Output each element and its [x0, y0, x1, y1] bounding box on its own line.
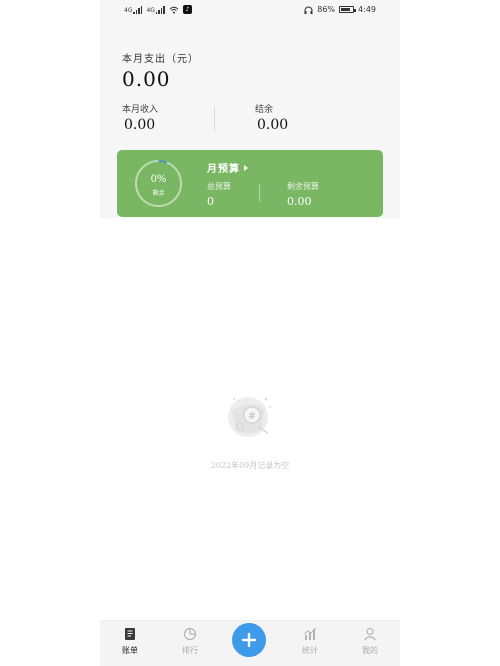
bar-chart-icon	[303, 627, 317, 640]
signal-icon-1: 4G	[124, 5, 143, 14]
remaining-budget-value: 0.00	[287, 195, 312, 208]
svg-text:#: #	[248, 411, 256, 422]
nav-label-ranking: 排行	[182, 646, 198, 655]
battery-icon	[339, 6, 357, 13]
person-icon	[364, 627, 376, 641]
monthly-budget-card[interactable]: 0% 剩余 月预算 总预算 0 剩余预算 0.00	[117, 150, 383, 217]
balance-value: 0.00	[257, 117, 289, 133]
total-budget-value: 0	[207, 195, 214, 208]
add-record-button[interactable]	[232, 623, 266, 657]
battery-percent: 86%	[317, 5, 336, 14]
monthly-expense-value: 0.00	[122, 67, 171, 91]
total-budget-label: 总预算	[207, 182, 231, 191]
nav-label-bills: 账单	[122, 646, 138, 655]
clock: 4:49	[358, 5, 376, 14]
monthly-income-value: 0.00	[124, 117, 156, 133]
signal-icon-2: 4G	[146, 5, 165, 14]
headphones-icon	[304, 6, 313, 14]
nav-item-statistics[interactable]: 统计	[290, 627, 330, 656]
budget-percent: 0%	[150, 174, 167, 185]
nav-label-profile: 我的	[362, 646, 378, 655]
budget-divider	[259, 184, 260, 202]
status-right: 86% 4:49	[304, 5, 376, 14]
signal-tag-2: 4G	[146, 6, 155, 14]
wifi-icon	[169, 6, 179, 14]
budget-title[interactable]: 月预算	[207, 160, 248, 175]
tiktok-icon: ♪	[182, 5, 192, 14]
hashtag-bucket-icon: #	[228, 397, 271, 437]
signal-tag-1: 4G	[124, 6, 133, 14]
ledger-icon	[125, 628, 135, 640]
status-bar: 4G 4G ♪ 86% 4:49	[100, 0, 400, 22]
monthly-income-label: 本月收入	[122, 105, 159, 115]
app-screen: 4G 4G ♪ 86% 4:49 本月支出（元） 0.00 本月收入 0.00 …	[100, 0, 400, 666]
nav-item-ranking[interactable]: 排行	[170, 627, 210, 656]
plus-icon	[241, 632, 257, 648]
summary-divider	[214, 106, 215, 132]
status-left: 4G 4G ♪	[124, 5, 192, 14]
budget-title-label: 月预算	[207, 164, 240, 175]
pie-chart-icon	[183, 627, 197, 641]
empty-state-text: 2022年09月记录为空	[210, 461, 290, 470]
remaining-budget-label: 剩余预算	[287, 182, 319, 191]
caret-right-icon	[244, 164, 248, 171]
budget-percent-caption: 剩余	[152, 190, 165, 197]
nav-item-bills[interactable]: 账单	[110, 627, 150, 656]
nav-label-statistics: 统计	[302, 646, 318, 655]
monthly-expense-label: 本月支出（元）	[122, 54, 199, 65]
nav-item-profile[interactable]: 我的	[350, 627, 390, 656]
balance-label: 结余	[255, 105, 274, 115]
